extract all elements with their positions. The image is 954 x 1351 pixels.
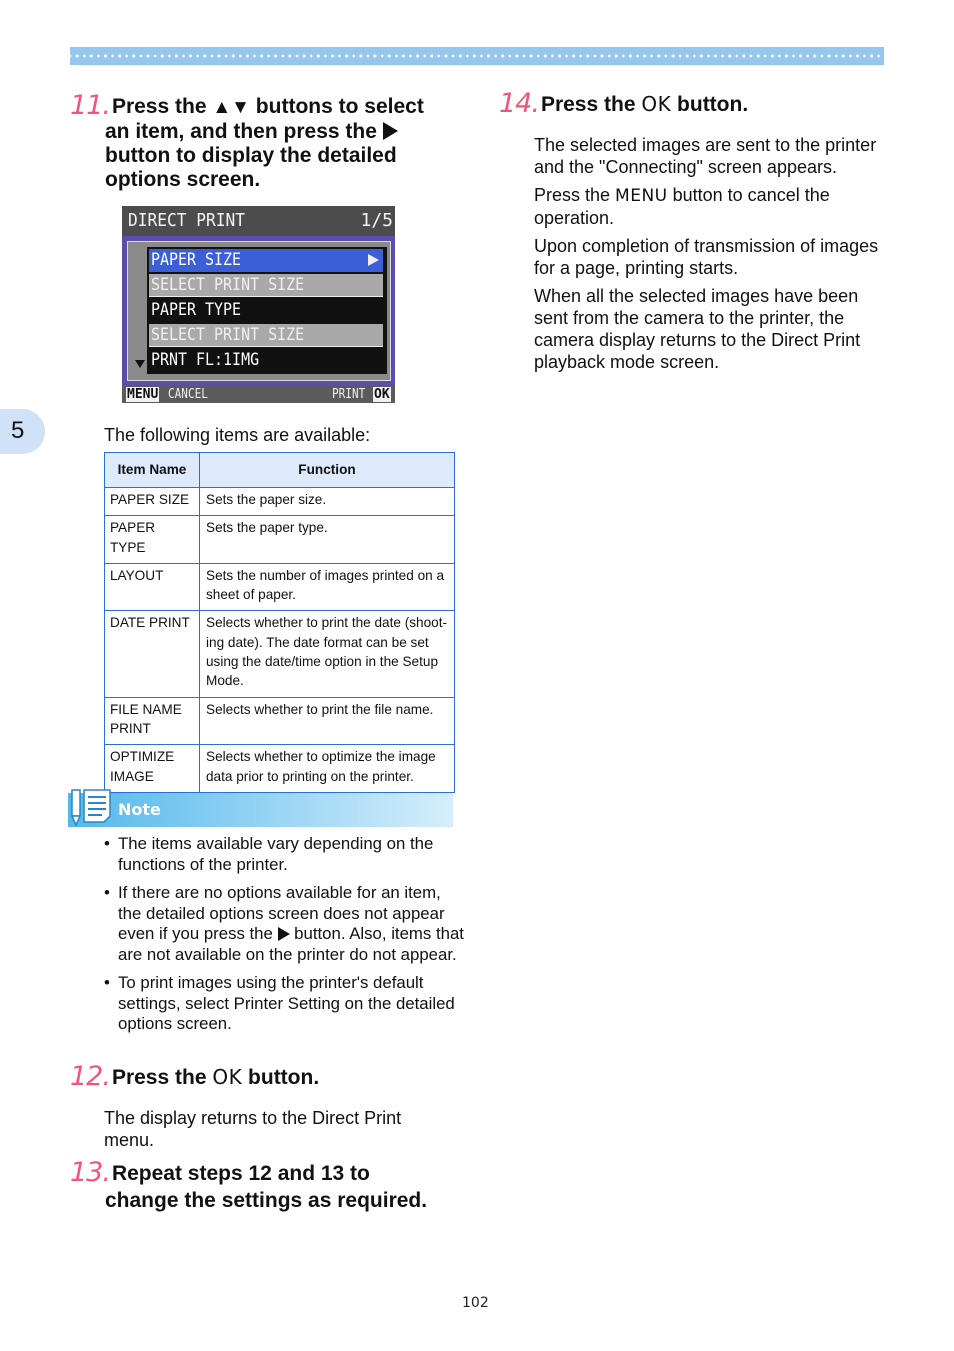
bullet: • [104,883,110,902]
ok-key-label: OK [373,387,391,402]
note-item: • If there are no options available for a… [104,883,464,965]
step-14-body: The selected images are sent to the prin… [534,134,884,379]
lcd-menu-item-label: SELECT PRINT SIZE [151,275,305,295]
paragraph-text: Press the [534,185,616,205]
lcd-menu-item-label: SELECT PRINT SIZE [151,325,305,345]
paragraph: Press the MENU button to cancel the oper… [534,184,884,229]
item-function: Selects whether to print the date (shoot… [199,610,455,698]
item-function: Sets the paper size. [199,486,455,517]
lcd-menu-item-value: SELECT PRINT SIZE [149,274,383,297]
right-arrow-icon [368,254,379,266]
up-down-arrows-icon: ▲▼ [212,97,250,118]
table-row: OPTIMIZE IMAGE Selects whether to optimi… [104,744,455,793]
cancel-label: CANCEL [168,387,208,402]
step-text: an item, and then press the [105,120,383,143]
chapter-tab: 5 [0,409,45,454]
item-function: Sets the paper type. [199,515,455,564]
step-11-heading: 11.Press the ▲▼ buttons to select an ite… [70,90,470,192]
table-row: PAPER TYPE Sets the paper type. [104,515,455,564]
table-row: PAPER SIZE Sets the paper size. [104,486,455,517]
paragraph: The display returns to the Direct Print … [104,1108,402,1150]
page-number: 102 [462,1295,489,1311]
step-number: 13. [70,1157,111,1188]
decorative-header-band [70,47,884,65]
lcd-menu-item-paper-size: PAPER SIZE [149,249,383,272]
step-text: buttons to select [249,95,424,118]
step-number: 11. [70,90,111,121]
item-function: Selects whether to print the file name. [199,696,455,746]
table-row: FILE NAME PRINT Selects whether to print… [104,696,455,746]
camera-lcd-screenshot: DIRECT PRINT 1/5 PAPER SIZE SELECT PRINT… [122,206,395,403]
paragraph: When all the selected images have been s… [534,286,861,372]
paragraph: The selected images are sent to the prin… [534,135,877,177]
lcd-menu-list: PAPER SIZE SELECT PRINT SIZE PAPER TYPE … [147,247,387,374]
note-label: Note [118,800,161,819]
item-name: FILE NAME PRINT [104,696,200,746]
note-item: • The items available vary depending on t… [104,834,464,875]
table-row: LAYOUT Sets the number of images printed… [104,562,455,612]
column-header: Item Name [104,452,200,488]
note-icon [70,789,111,827]
lcd-title: DIRECT PRINT [128,210,246,231]
bullet: • [104,973,110,992]
ok-button-glyph: OK [641,92,672,116]
note-text: To print images using the printer's defa… [118,973,455,1033]
step-text: Press the [111,95,213,118]
right-arrow-icon [382,122,398,140]
note-list: • The items available vary depending on t… [104,834,464,1043]
lcd-title-bar: DIRECT PRINT 1/5 [122,206,395,236]
step-text: button to display the detailed [105,144,397,167]
step-number: 12. [70,1061,111,1092]
item-function: Selects whether to optimize the image da… [199,744,455,793]
table-row: DATE PRINT Selects whether to print the … [104,610,455,698]
lcd-bottom-bar: MENU CANCEL PRINT OK [122,386,395,403]
item-function: Sets the number of images printed on a s… [199,562,455,612]
table-header-row: Item Name Function [104,452,455,488]
note-item: • To print images using the printer's def… [104,973,464,1035]
step-text: button. [242,1066,320,1089]
step-text: options screen. [105,168,261,191]
step-number: 14. [499,88,540,119]
step-text: button. [671,93,749,116]
right-arrow-icon [277,927,290,941]
ok-button-glyph: OK [212,1065,243,1089]
menu-button-glyph: MENU [615,186,668,206]
item-name: LAYOUT [104,562,200,612]
column-header: Function [199,452,455,488]
step-text: Repeat steps 12 and 13 to [111,1162,370,1185]
chapter-number: 5 [11,417,25,444]
lcd-page-indicator: 1/5 [360,210,393,231]
items-table: Item Name Function PAPER SIZE Sets the p… [104,452,455,793]
item-name: DATE PRINT [104,610,200,698]
print-label: PRINT [332,387,366,402]
step-text: Press the [540,93,642,116]
lcd-menu-panel: PAPER SIZE SELECT PRINT SIZE PAPER TYPE … [127,241,391,381]
lcd-menu-item-label: PRNT FL:1IMG [151,350,260,370]
lcd-menu-item-layout: PRNT FL:1IMG [149,349,383,372]
lcd-menu-item-paper-type: PAPER TYPE [149,299,383,322]
lcd-menu-frame: PAPER SIZE SELECT PRINT SIZE PAPER TYPE … [122,236,395,386]
item-name: PAPER SIZE [104,486,200,517]
note-text: The items available vary depending on th… [118,834,434,874]
lcd-menu-item-label: PAPER TYPE [151,300,242,320]
step-text: change the settings as required. [105,1189,428,1212]
items-intro: The following items are available: [104,425,371,445]
step-13-heading: 13.Repeat steps 12 and 13 to change the … [70,1157,428,1213]
lcd-menu-item-value: SELECT PRINT SIZE [149,324,383,347]
paragraph: Upon completion of transmission of image… [534,236,879,278]
scroll-down-icon [135,360,145,368]
step-text: Press the [111,1066,213,1089]
item-name: OPTIMIZE IMAGE [104,744,200,793]
step-14-heading: 14.Press the OK button. [499,88,749,119]
lcd-menu-item-label: PAPER SIZE [151,250,242,270]
menu-key-label: MENU [126,387,160,402]
item-name: PAPER TYPE [104,515,200,564]
step-12-heading: 12.Press the OK button. [70,1061,320,1092]
bullet: • [104,834,110,853]
step-12-body: The display returns to the Direct Print … [104,1107,444,1157]
